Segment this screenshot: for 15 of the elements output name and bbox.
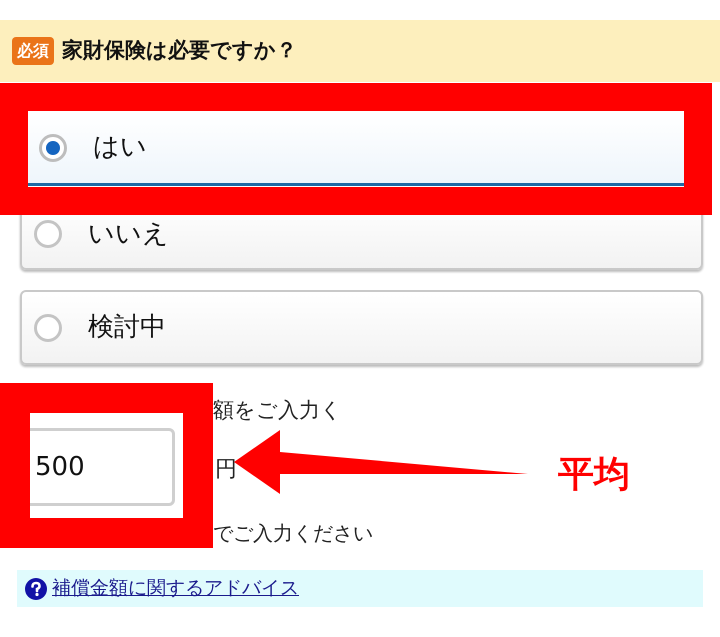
amount-prompt: 額をご入力く (213, 397, 342, 424)
annotation-label: 平均 (558, 453, 630, 497)
help-icon (25, 578, 47, 600)
radio-button[interactable] (34, 220, 62, 248)
question-title: 家財保険は必要ですか？ (62, 37, 297, 64)
radio-button[interactable] (39, 134, 67, 162)
option-label: 検討中 (88, 311, 166, 344)
option-label: いいえ (88, 218, 169, 250)
advice-link[interactable]: 補償金額に関するアドバイス (52, 574, 299, 603)
required-badge: 必須 (12, 37, 54, 65)
radio-option[interactable]: 検討中 (20, 290, 703, 365)
amount-note: でご入力ください (213, 520, 373, 547)
radio-button[interactable] (34, 314, 62, 342)
unit-label: 円 (215, 456, 237, 484)
option-label: はい (93, 131, 147, 164)
